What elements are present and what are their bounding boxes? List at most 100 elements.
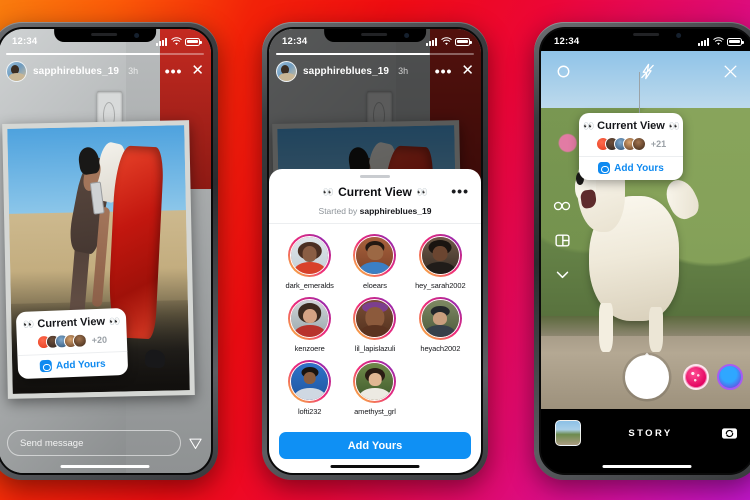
camera-tools <box>553 197 571 283</box>
layout-icon[interactable] <box>554 232 571 249</box>
participant-username: amethyst_grl <box>354 407 396 417</box>
phone-3-screen: 12:34 👀 Current View 👀 +21 Add Yours ✥ S… <box>539 27 750 475</box>
avatar[interactable] <box>276 60 297 82</box>
sticker-participants: +21 <box>588 137 674 151</box>
current-view-sticker-1[interactable]: 👀 Current View 👀 +20 Add Yours <box>15 307 129 380</box>
add-yours-button[interactable]: Add Yours <box>279 432 471 459</box>
close-icon[interactable]: ✕ <box>191 63 204 78</box>
effect-blue-icon[interactable] <box>717 364 743 390</box>
status-time: 12:34 <box>554 36 580 47</box>
wifi-icon <box>170 37 182 45</box>
phone-1: 12:34 sapphireblues_19 3h ••• ✕ 👀 Curren… <box>0 22 218 480</box>
avatar-ring[interactable] <box>353 297 397 341</box>
camera-mode-label[interactable]: STORY <box>628 428 672 439</box>
gallery-thumbnail[interactable] <box>555 420 581 446</box>
sticker-participants: +20 <box>26 332 118 350</box>
add-yours-label: Add Yours <box>614 162 664 174</box>
home-indicator <box>60 464 150 468</box>
eyes-icon-left: 👀 <box>322 186 334 197</box>
participant-cell[interactable]: lil_lapislazuli <box>342 297 407 353</box>
send-message-placeholder: Send message <box>20 437 84 449</box>
participant-cell[interactable]: heyach2002 <box>408 297 473 353</box>
participant-cell[interactable]: lofti232 <box>277 360 342 416</box>
avatar-ring[interactable] <box>353 360 397 404</box>
sparkle-icon: ✥ <box>642 352 652 364</box>
story-progress-bar-2 <box>276 53 474 55</box>
camera-controls: ✥ <box>541 345 750 409</box>
participant-count: +20 <box>91 334 108 346</box>
add-yours-label: Add Yours <box>55 358 106 372</box>
add-yours-link-1[interactable]: Add Yours <box>27 357 119 373</box>
chevron-down-icon[interactable] <box>554 266 571 283</box>
screenshot-canvas: 12:34 sapphireblues_19 3h ••• ✕ 👀 Curren… <box>0 0 750 500</box>
close-icon[interactable] <box>722 63 739 80</box>
story-viewer <box>0 29 211 473</box>
avatar-ring[interactable] <box>288 360 332 404</box>
more-options-icon[interactable]: ••• <box>165 64 183 78</box>
camera-icon <box>598 162 611 174</box>
eyes-icon-right: 👀 <box>416 186 428 197</box>
close-icon[interactable]: ✕ <box>461 63 474 78</box>
participants-grid: dark_emeralds eloears hey_sarah2002 kenz… <box>269 224 481 425</box>
avatar-stack <box>595 137 646 151</box>
story-username[interactable]: sapphireblues_19 <box>33 66 119 77</box>
boomerang-icon[interactable] <box>553 197 571 215</box>
sheet-subtitle: Started by sapphireblues_19 <box>269 202 481 223</box>
battery-icon <box>185 37 202 46</box>
sticker-divider <box>579 156 683 157</box>
participant-username: lil_lapislazuli <box>354 344 396 354</box>
phone-2-screen: 12:34 sapphireblues_19 3h ••• ✕ 👀 Curren… <box>267 27 483 475</box>
participant-username: lofti232 <box>297 407 322 417</box>
sheet-more-options-icon[interactable]: ••• <box>451 184 469 198</box>
participant-username: hey_sarah2002 <box>415 281 466 291</box>
story-progress-bar <box>6 53 204 55</box>
more-options-icon[interactable]: ••• <box>435 64 453 78</box>
notch <box>54 29 156 42</box>
home-indicator-2 <box>330 464 420 468</box>
eyes-icon-right: 👀 <box>668 120 680 131</box>
avatar-ring[interactable] <box>353 234 397 278</box>
avatar[interactable] <box>6 60 27 82</box>
status-time: 12:34 <box>12 36 38 47</box>
avatar-ring[interactable] <box>418 234 462 278</box>
story-timestamp: 3h <box>398 66 409 76</box>
avatar-stack <box>36 333 88 350</box>
settings-icon[interactable] <box>555 63 572 80</box>
eyes-icon-left: 👀 <box>582 120 594 131</box>
participant-username: heyach2002 <box>420 344 461 354</box>
participant-count: +21 <box>650 139 667 149</box>
avatar-ring[interactable] <box>288 297 332 341</box>
participant-cell[interactable]: kenzoere <box>277 297 342 353</box>
phone-2: 12:34 sapphireblues_19 3h ••• ✕ 👀 Curren… <box>262 22 488 480</box>
home-indicator-3 <box>602 464 692 468</box>
send-icon[interactable] <box>188 436 203 451</box>
participant-cell[interactable]: eloears <box>342 234 407 290</box>
sticker-title-row: 👀 Current View 👀 <box>583 120 680 132</box>
participant-username: dark_emeralds <box>285 281 334 291</box>
avatar-ring[interactable] <box>418 297 462 341</box>
avatar-ring[interactable] <box>288 234 332 278</box>
camera-top-bar <box>541 59 750 83</box>
participant-cell[interactable]: dark_emeralds <box>277 234 342 290</box>
eyes-icon-left: 👀 <box>22 318 34 330</box>
signal-bars-icon <box>698 38 709 46</box>
eyes-icon-right: 👀 <box>108 315 120 327</box>
wifi-icon <box>440 37 452 45</box>
started-by-user[interactable]: sapphireblues_19 <box>360 206 432 216</box>
flip-camera-icon[interactable] <box>720 424 739 443</box>
participant-username: eloears <box>363 281 387 291</box>
send-message-input[interactable]: Send message <box>7 430 181 456</box>
story-username[interactable]: sapphireblues_19 <box>303 66 389 77</box>
status-time: 12:34 <box>282 36 308 47</box>
current-view-sticker-3[interactable]: 👀 Current View 👀 +21 Add Yours <box>579 113 683 180</box>
phone-1-screen: 12:34 sapphireblues_19 3h ••• ✕ 👀 Curren… <box>0 27 213 475</box>
participant-cell[interactable]: amethyst_grl <box>342 360 407 416</box>
camera-bottom-bar: STORY <box>541 409 750 473</box>
participant-cell[interactable]: hey_sarah2002 <box>408 234 473 290</box>
add-yours-link-3[interactable]: Add Yours <box>588 162 674 174</box>
sticker-title: Current View <box>597 120 665 132</box>
flash-off-icon[interactable] <box>639 63 656 80</box>
story-photo-mirror-selfie <box>0 29 211 473</box>
effect-pink-icon[interactable] <box>683 364 709 390</box>
sticker-divider <box>17 350 128 357</box>
